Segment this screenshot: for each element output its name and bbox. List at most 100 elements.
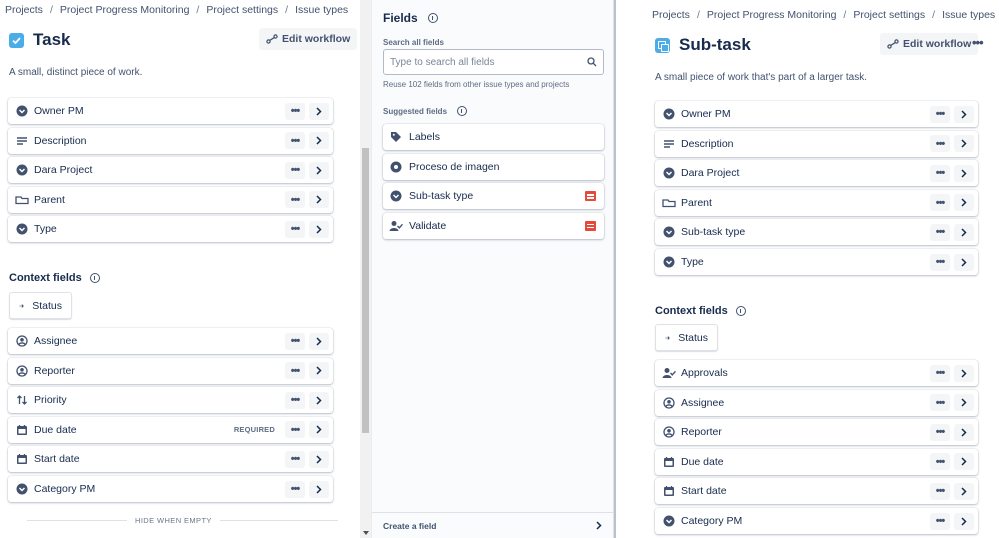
more-options-icon[interactable]: ••• [930, 394, 950, 412]
more-options-icon[interactable]: ••• [930, 223, 950, 241]
field-row[interactable]: Dara Project ••• [8, 157, 333, 184]
left-scrollbar[interactable] [360, 0, 371, 538]
info-icon[interactable] [457, 106, 468, 116]
more-options-icon[interactable]: ••• [285, 191, 305, 209]
chevron-right-icon[interactable] [954, 423, 974, 441]
field-row[interactable]: Due date ••• [655, 448, 978, 475]
field-row[interactable]: Dara Project ••• [655, 160, 978, 187]
chevron-right-icon[interactable] [309, 220, 329, 238]
more-options-icon[interactable]: ••• [285, 450, 305, 468]
more-options-icon[interactable]: ••• [930, 194, 950, 212]
edit-workflow-button[interactable]: Edit workflow [259, 28, 358, 50]
more-options-icon[interactable]: ••• [930, 253, 950, 271]
more-options-icon[interactable]: ••• [930, 482, 950, 500]
more-options-icon[interactable]: ••• [285, 161, 305, 179]
reuse-fields-text: Reuse 102 fields from other issue types … [383, 80, 570, 89]
breadcrumb-projects[interactable]: Projects [652, 9, 690, 21]
suggested-field[interactable]: Validate [383, 212, 604, 239]
field-row[interactable]: Approvals ••• [655, 360, 978, 386]
more-options-icon[interactable]: ••• [930, 164, 950, 182]
more-options-icon[interactable]: ••• [930, 453, 950, 471]
field-row[interactable]: Parent ••• [655, 189, 978, 216]
chevron-right-icon[interactable] [954, 482, 974, 500]
hide-when-empty-divider[interactable]: HIDE WHEN EMPTY [27, 516, 338, 525]
breadcrumb-project[interactable]: Project Progress Monitoring [60, 4, 190, 16]
chevron-right-icon[interactable] [954, 364, 974, 382]
field-row[interactable]: Reporter ••• [8, 357, 333, 384]
breadcrumb-projects[interactable]: Projects [5, 4, 43, 16]
chevron-right-icon[interactable] [954, 135, 974, 153]
suggested-field[interactable]: Sub-task type [383, 183, 604, 209]
chevron-right-icon[interactable] [309, 480, 329, 498]
chevron-right-icon[interactable] [954, 253, 974, 271]
scroll-down-arrow-icon[interactable] [363, 531, 369, 535]
info-icon[interactable] [735, 306, 746, 316]
breadcrumb-settings[interactable]: Project settings [206, 4, 278, 16]
more-options-icon[interactable]: ••• [285, 332, 305, 350]
field-row[interactable]: Priority ••• [8, 387, 333, 414]
chevron-right-icon[interactable] [309, 450, 329, 468]
field-row[interactable]: Start date ••• [8, 446, 333, 473]
more-options-icon[interactable]: ••• [285, 421, 305, 439]
breadcrumb-issue-types[interactable]: Issue types [295, 4, 348, 16]
status-field[interactable]: Status [655, 324, 718, 351]
create-field-button[interactable]: Create a field [372, 512, 613, 538]
field-row[interactable]: Assignee ••• [8, 328, 333, 354]
field-row[interactable]: Type ••• [8, 216, 333, 243]
more-actions-icon[interactable]: ••• [972, 35, 984, 50]
more-options-icon[interactable]: ••• [930, 135, 950, 153]
more-options-icon[interactable]: ••• [930, 105, 950, 123]
more-options-icon[interactable]: ••• [285, 102, 305, 120]
panel-divider[interactable] [613, 0, 629, 538]
chevron-right-icon[interactable] [954, 105, 974, 123]
chevron-right-icon[interactable] [309, 161, 329, 179]
field-row[interactable]: Parent ••• [8, 186, 333, 213]
field-row[interactable]: Sub-task type ••• [655, 219, 978, 246]
chevron-right-icon[interactable] [954, 194, 974, 212]
more-options-icon[interactable]: ••• [285, 362, 305, 380]
more-options-icon[interactable]: ••• [930, 512, 950, 530]
field-row[interactable]: Owner PM ••• [8, 98, 333, 124]
suggested-field[interactable]: Labels [383, 124, 604, 150]
chevron-right-icon[interactable] [954, 453, 974, 471]
more-options-icon[interactable]: ••• [285, 220, 305, 238]
chevron-right-icon[interactable] [954, 512, 974, 530]
more-options-icon[interactable]: ••• [930, 423, 950, 441]
chevron-right-icon[interactable] [309, 102, 329, 120]
more-options-icon[interactable]: ••• [285, 391, 305, 409]
chevron-right-icon[interactable] [309, 332, 329, 350]
more-options-icon[interactable]: ••• [285, 132, 305, 150]
more-options-icon[interactable]: ••• [285, 480, 305, 498]
breadcrumb-issue-types[interactable]: Issue types [942, 9, 995, 21]
chevron-right-icon[interactable] [954, 164, 974, 182]
chevron-right-icon[interactable] [954, 394, 974, 412]
edit-workflow-button[interactable]: Edit workflow [880, 33, 979, 55]
field-row[interactable]: Assignee ••• [655, 389, 978, 416]
more-options-icon[interactable]: ••• [930, 364, 950, 382]
status-field[interactable]: Status [9, 292, 72, 319]
field-row[interactable]: Due date REQUIRED ••• [8, 416, 333, 443]
chevron-right-icon[interactable] [309, 362, 329, 380]
field-row[interactable]: Start date ••• [655, 478, 978, 505]
field-row[interactable]: Category PM ••• [8, 476, 333, 502]
search-input[interactable] [390, 56, 587, 68]
info-icon[interactable] [89, 273, 100, 283]
field-row[interactable]: Reporter ••• [655, 419, 978, 446]
scrollbar-thumb[interactable] [362, 148, 369, 433]
field-row[interactable]: Description ••• [8, 127, 333, 154]
field-row[interactable]: Category PM ••• [655, 508, 978, 534]
search-field[interactable] [383, 49, 604, 75]
breadcrumb-project[interactable]: Project Progress Monitoring [707, 9, 837, 21]
field-row[interactable]: Owner PM ••• [655, 101, 978, 127]
field-row[interactable]: Description ••• [655, 130, 978, 157]
chevron-right-icon[interactable] [309, 132, 329, 150]
breadcrumb-settings[interactable]: Project settings [853, 9, 925, 21]
field-row[interactable]: Type ••• [655, 249, 978, 275]
chevron-right-icon[interactable] [309, 421, 329, 439]
suggested-field[interactable]: Proceso de imagen [383, 153, 604, 180]
chevron-right-icon[interactable] [309, 191, 329, 209]
chevron-right-icon[interactable] [309, 391, 329, 409]
info-icon[interactable] [427, 13, 438, 23]
chevron-right-icon[interactable] [954, 223, 974, 241]
calendar-icon [655, 485, 681, 497]
